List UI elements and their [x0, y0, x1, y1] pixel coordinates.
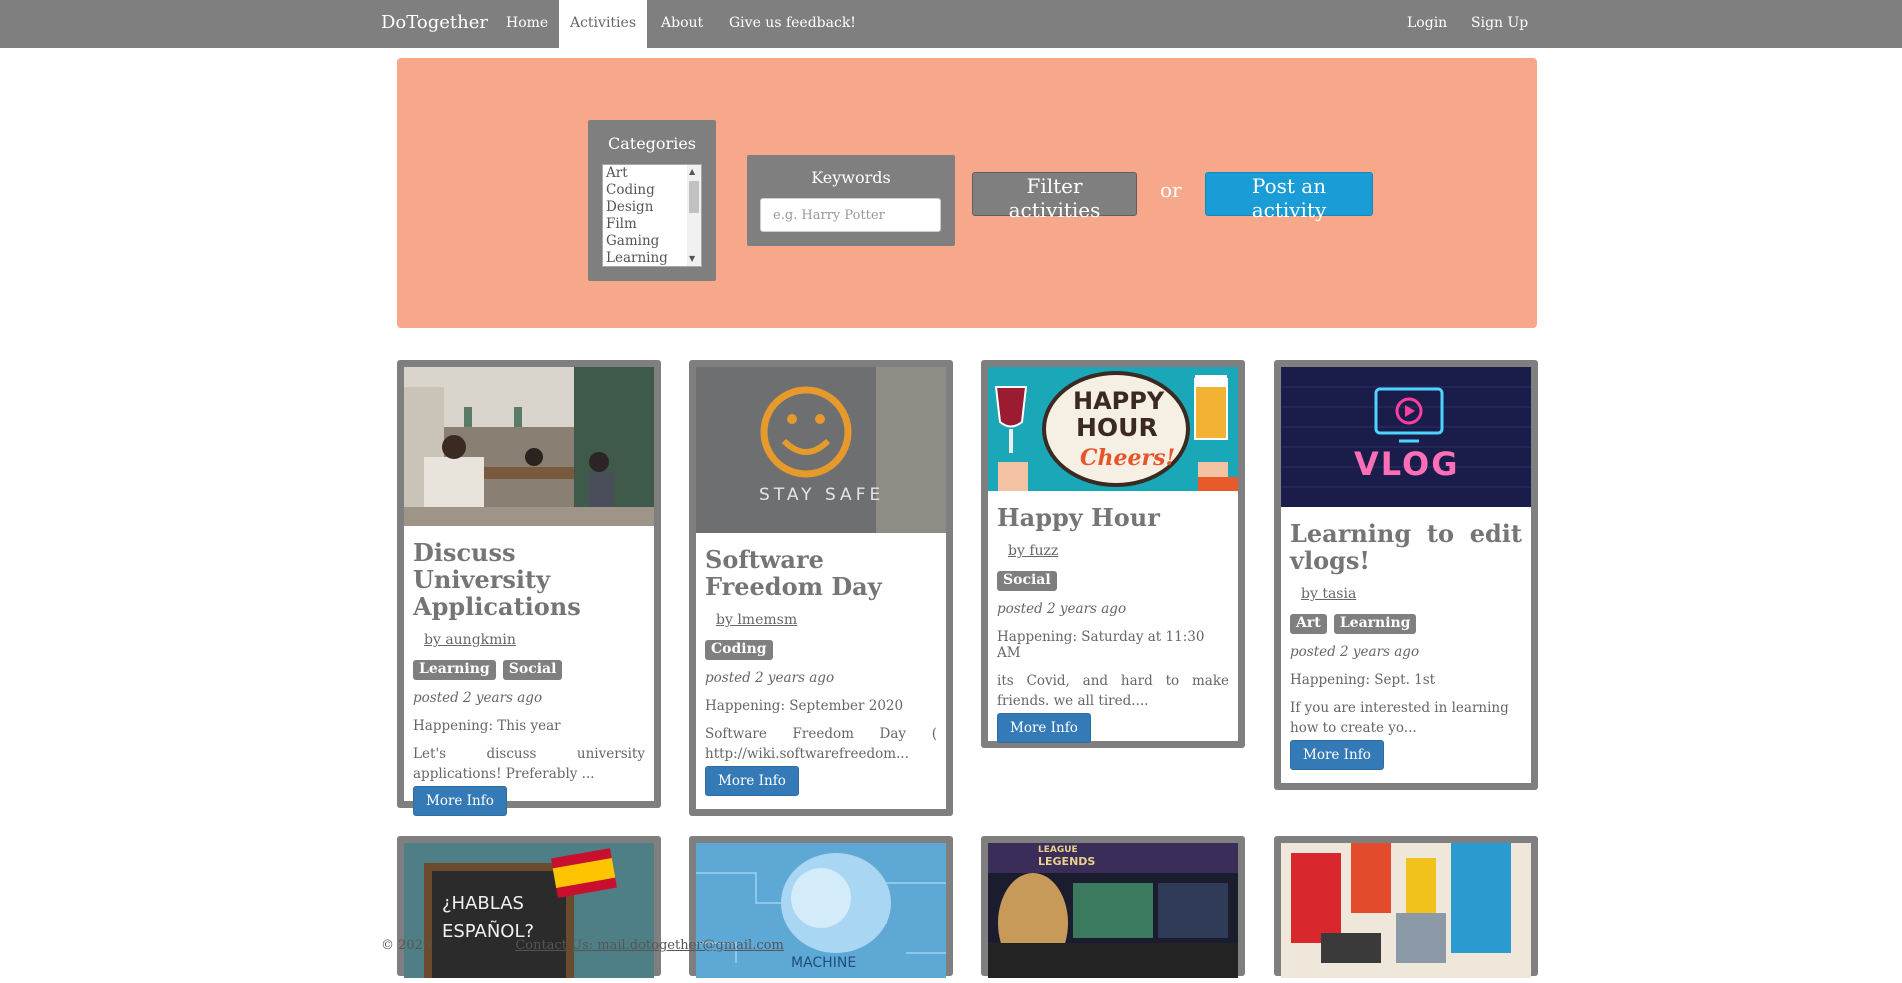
activity-card: HAPPY HOUR Cheers! Happy Hour by fuzz So… — [981, 360, 1245, 748]
more-info-button[interactable]: More Info — [705, 766, 799, 796]
league-text-1: LEAGUE — [1038, 845, 1078, 855]
stay-safe-text: STAY SAFE — [759, 485, 885, 505]
nav-feedback[interactable]: Give us feedback! — [729, 0, 856, 48]
card-tags: Coding — [705, 638, 937, 662]
more-info-button[interactable]: More Info — [413, 786, 507, 816]
more-info-button[interactable]: More Info — [997, 713, 1091, 743]
tag-badge: Coding — [705, 640, 773, 660]
league-of-legends-gaming-icon — [988, 843, 1238, 978]
categories-title: Categories — [608, 134, 696, 153]
keywords-title: Keywords — [811, 168, 891, 187]
card-happening: Happening: Saturday at 11:30 AM — [997, 629, 1205, 661]
card-description: If you are interested in learning how to… — [1290, 700, 1509, 736]
scrollbar-thumb[interactable] — [689, 181, 699, 213]
nav-login[interactable]: Login — [1407, 0, 1447, 48]
categories-listbox[interactable]: Art Coding Design Film Gaming Learning ▲… — [602, 164, 702, 267]
card-author-link[interactable]: by lmemsm — [716, 612, 937, 628]
stay-safe-photo-icon — [696, 367, 946, 533]
card-author-link[interactable]: by tasia — [1301, 586, 1522, 602]
card-tags: Art Learning — [1290, 612, 1522, 636]
scroll-up-icon[interactable]: ▲ — [689, 167, 695, 177]
card-happening: Happening: This year — [413, 718, 561, 734]
brand-logo[interactable]: DoTogether — [381, 0, 488, 48]
vlog-neon-sign-icon — [1281, 367, 1531, 507]
abstract-painting-icon — [1281, 843, 1531, 978]
card-happening: Happening: September 2020 — [705, 698, 904, 714]
keywords-input[interactable] — [760, 198, 941, 232]
activity-card: STAY SAFE Software Freedom Day by lmemsm… — [689, 360, 953, 816]
vlog-text: VLOG — [1354, 445, 1460, 483]
card-image-stay-safe[interactable]: STAY SAFE — [696, 367, 946, 533]
card-posted: posted 2 years ago — [705, 670, 835, 686]
navbar: DoTogether Home Activities About Give us… — [0, 0, 1902, 48]
post-activity-button[interactable]: Post an activity — [1205, 172, 1373, 222]
activity-card: MACHINE — [689, 836, 953, 983]
nav-activities[interactable]: Activities — [559, 0, 647, 48]
card-image-cafe[interactable] — [404, 367, 654, 526]
card-description: Software Freedom Day ( http://wiki.softw… — [705, 726, 937, 762]
card-posted: posted 2 years ago — [997, 601, 1127, 617]
card-image-vlog[interactable]: VLOG — [1281, 367, 1531, 507]
or-label: or — [1160, 178, 1182, 202]
league-text-2: LEGENDS — [1038, 855, 1096, 868]
card-image-spanish[interactable]: ¿HABLAS ESPAÑOL? — [404, 843, 654, 978]
card-author-link[interactable]: by aungkmin — [424, 632, 645, 648]
nav-home[interactable]: Home — [506, 0, 548, 48]
card-image-gaming[interactable]: LEAGUE LEGENDS — [988, 843, 1238, 978]
more-info-button[interactable]: More Info — [1290, 740, 1384, 770]
tag-badge: Social — [997, 571, 1057, 591]
card-image-happy-hour[interactable]: HAPPY HOUR Cheers! — [988, 367, 1238, 491]
hablas-text-1: ¿HABLAS — [442, 893, 524, 914]
activity-card — [1274, 836, 1538, 983]
activity-card: Discuss University Applications by aungk… — [397, 360, 661, 816]
activity-card: VLOG Learning to edit vlogs! by tasia Ar… — [1274, 360, 1538, 790]
categories-box: Categories Art Coding Design Film Gaming… — [588, 120, 716, 281]
card-posted: posted 2 years ago — [413, 690, 543, 706]
card-title[interactable]: Software Freedom Day — [705, 546, 937, 600]
card-image-machine-learning[interactable]: MACHINE — [696, 843, 946, 978]
tag-badge: Art — [1290, 614, 1327, 634]
scroll-down-icon[interactable]: ▼ — [689, 254, 695, 264]
tag-badge: Learning — [1333, 614, 1417, 634]
activity-card: ¿HABLAS ESPAÑOL? — [397, 836, 661, 983]
cafe-photo-icon — [404, 367, 654, 526]
tag-badge: Social — [502, 660, 563, 680]
nav-about[interactable]: About — [661, 0, 703, 48]
activity-card: LEAGUE LEGENDS — [981, 836, 1245, 983]
card-tags: Social — [997, 569, 1229, 593]
filter-activities-button[interactable]: Filter activities — [972, 172, 1137, 222]
card-posted: posted 2 years ago — [1290, 644, 1420, 660]
machine-text: MACHINE — [791, 955, 857, 971]
categories-scrollbar[interactable]: ▲ ▼ — [687, 165, 701, 266]
card-title[interactable]: Happy Hour — [997, 504, 1229, 531]
card-description: Let's discuss university applications! P… — [413, 746, 645, 782]
footer-contact-link[interactable]: Contact Us: mail.dotogether@gmail.com — [515, 938, 783, 953]
card-description: its Covid, and hard to make friends. we … — [997, 673, 1229, 709]
footer: © 2020 Contact Us: mail.dotogether@gmail… — [381, 938, 784, 953]
card-title[interactable]: Discuss University Applications — [413, 539, 645, 620]
nav-signup[interactable]: Sign Up — [1471, 0, 1528, 48]
card-image-abstract[interactable] — [1281, 843, 1531, 978]
card-author-link[interactable]: by fuzz — [1008, 543, 1229, 559]
card-title[interactable]: Learning to edit vlogs! — [1290, 520, 1522, 574]
happy-hour-text-1: HAPPY — [1073, 387, 1165, 415]
card-tags: Learning Social — [413, 658, 645, 682]
keywords-box: Keywords — [747, 155, 955, 246]
cheers-text: Cheers! — [1080, 445, 1176, 471]
tag-badge: Learning — [413, 660, 496, 680]
footer-copyright: © 2020 — [381, 938, 432, 953]
happy-hour-text-2: HOUR — [1076, 413, 1158, 442]
card-happening: Happening: Sept. 1st — [1290, 672, 1436, 688]
